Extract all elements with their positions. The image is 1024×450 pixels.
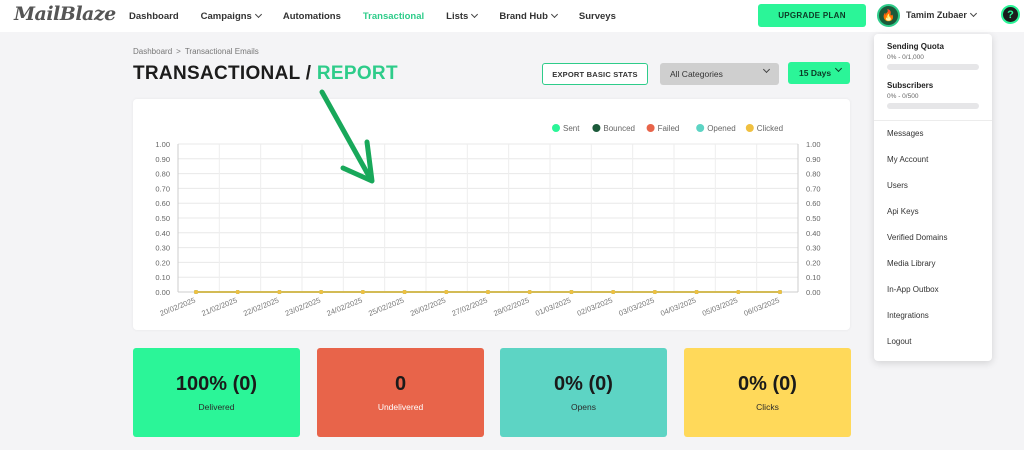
user-menu-item-messages[interactable]: Messages xyxy=(887,129,923,138)
stat-value: 0 xyxy=(394,373,407,395)
user-menu-item-users[interactable]: Users xyxy=(887,181,908,190)
quota-progress-bar xyxy=(887,103,979,109)
stat-value: 0% (0) xyxy=(738,373,797,395)
user-menu-item-api-keys[interactable]: Api Keys xyxy=(887,207,919,216)
user-menu-item-my-account[interactable]: My Account xyxy=(887,155,928,164)
user-menu-item-logout[interactable]: Logout xyxy=(887,337,911,346)
stat-value: 100% (0) xyxy=(175,373,258,395)
stat-label: Opens xyxy=(570,402,597,412)
stat-value: 0% (0) xyxy=(554,373,613,395)
stat-card-delivered: 100% (0) Delivered xyxy=(133,348,300,437)
stat-label: Undelivered xyxy=(377,402,424,412)
quota-subscribers: Subscribers 0% - 0/500 xyxy=(887,81,979,109)
user-dropdown-menu: Sending Quota 0% - 0/1,000 Subscribers 0% -… xyxy=(874,34,992,361)
stat-label: Delivered xyxy=(198,402,235,412)
annotation-arrow-shaft xyxy=(319,89,373,181)
quota-title: Subscribers xyxy=(887,81,934,90)
dropdown-divider xyxy=(874,120,992,121)
user-menu-item-media-library[interactable]: Media Library xyxy=(887,259,935,268)
user-menu-item-verified-domains[interactable]: Verified Domains xyxy=(887,233,947,242)
quota-sending-quota: Sending Quota 0% - 0/1,000 xyxy=(887,42,979,70)
quota-progress-bar xyxy=(887,64,979,70)
stat-card-undelivered: 0 Undelivered xyxy=(317,348,484,437)
user-menu-item-in-app-outbox[interactable]: In-App Outbox xyxy=(887,285,939,294)
stat-card-clicks: 0% (0) Clicks xyxy=(684,348,851,437)
stat-card-opens: 0% (0) Opens xyxy=(500,348,667,437)
quota-usage: 0% - 0/500 xyxy=(887,93,919,100)
quota-usage: 0% - 0/1,000 xyxy=(887,54,924,61)
stat-label: Clicks xyxy=(756,402,779,412)
user-menu-item-integrations[interactable]: Integrations xyxy=(887,311,929,320)
quota-title: Sending Quota xyxy=(887,42,944,51)
